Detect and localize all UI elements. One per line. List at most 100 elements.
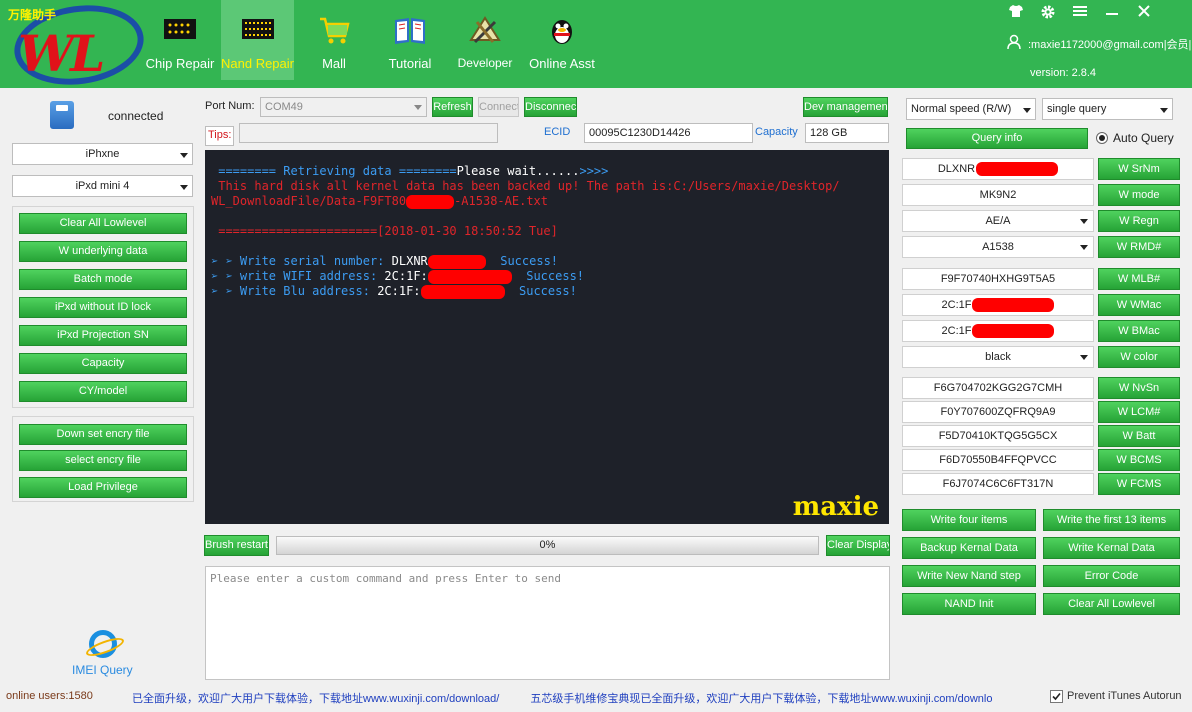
batch-mode-button[interactable]: Batch mode <box>19 269 187 290</box>
shirt-icon[interactable] <box>1008 4 1024 18</box>
port-select[interactable]: COM49 <box>260 97 427 117</box>
write-srnm-button[interactable]: W SrNm <box>1098 158 1180 180</box>
prevent-itunes-label: Prevent iTunes Autorun <box>1067 690 1182 702</box>
download-link[interactable]: www.wuxinji.com/download/ <box>363 693 499 705</box>
redaction-mark <box>427 269 512 284</box>
capacity-field[interactable]: 128 GB <box>805 123 889 143</box>
write-fcms-button[interactable]: W FCMS <box>1098 473 1180 495</box>
auto-query-radio[interactable] <box>1096 132 1108 144</box>
menu-icon[interactable] <box>1072 4 1088 18</box>
refresh-button[interactable]: Refresh <box>432 97 473 117</box>
connect-button[interactable]: Connect <box>478 97 519 117</box>
ecid-field[interactable]: 00095C1230D14426 <box>584 123 753 143</box>
ipxd-without-id-lock-button[interactable]: iPxd without ID lock <box>19 297 187 318</box>
write-rmd--button[interactable]: W RMD# <box>1098 236 1180 258</box>
device-info-field[interactable]: 2C:1F <box>902 320 1094 342</box>
write-nvsn-button[interactable]: W NvSn <box>1098 377 1180 399</box>
model-select[interactable]: iPxd mini 4 <box>12 175 193 197</box>
imei-query-link[interactable]: IMEI Query <box>72 663 133 677</box>
write-wmac-button[interactable]: W WMac <box>1098 294 1180 316</box>
command-input[interactable]: Please enter a custom command and press … <box>205 566 890 680</box>
nav-tutorial[interactable]: Tutorial <box>376 0 444 80</box>
write-four-items-button[interactable]: Write four items <box>902 509 1036 531</box>
cy-model-button[interactable]: CY/model <box>19 381 187 402</box>
prevent-itunes-checkbox[interactable] <box>1050 690 1063 703</box>
error-code-button[interactable]: Error Code <box>1043 565 1180 587</box>
arrow-icon: ➢ ➢ <box>211 284 240 298</box>
internet-explorer-icon[interactable] <box>89 630 117 658</box>
write-bcms-button[interactable]: W BCMS <box>1098 449 1180 471</box>
log-line: ➢ ➢ Write serial number: DLXNR Success! <box>211 254 883 269</box>
version-label: version: 2.8.4 <box>1030 67 1097 79</box>
device-info-field[interactable]: AE/A <box>902 210 1094 232</box>
tips-label: Tips: <box>205 126 235 146</box>
nav-chip-repair[interactable]: Chip Repair <box>144 0 216 80</box>
nand-init-button[interactable]: NAND Init <box>902 593 1036 615</box>
device-info-field[interactable]: black <box>902 346 1094 368</box>
device-info-field[interactable]: F6D70550B4FFQPVCC <box>902 449 1094 471</box>
clear-all-lowlevel-right-button[interactable]: Clear All Lowlevel <box>1043 593 1180 615</box>
capacity-button[interactable]: Capacity <box>19 353 187 374</box>
device-info-field[interactable]: F0Y707600ZQFRQ9A9 <box>902 401 1094 423</box>
gear-icon[interactable] <box>1040 4 1056 19</box>
progress-bar: 0% <box>276 536 819 555</box>
load-privilege-button[interactable]: Load Privilege <box>19 477 187 498</box>
w-underlying-data-button[interactable]: W underlying data <box>19 241 187 262</box>
select-encry-file-button[interactable]: select encry file <box>19 450 187 471</box>
developer-tools-icon <box>467 14 503 50</box>
log-text: Write serial number: <box>239 254 385 268</box>
log-line: ➢ ➢ write WIFI address: 2C:1F: Success! <box>211 269 883 284</box>
usb-device-icon <box>50 101 74 129</box>
nav-developer[interactable]: Developer <box>450 0 520 80</box>
nav-label: Online Asst <box>529 56 595 71</box>
write-lcm--button[interactable]: W LCM# <box>1098 401 1180 423</box>
nav-mall[interactable]: Mall <box>300 0 368 80</box>
write-mlb--button[interactable]: W MLB# <box>1098 268 1180 290</box>
log-line: ➢ ➢ Write Blu address: 2C:1F: Success! <box>211 284 883 299</box>
write-bmac-button[interactable]: W BMac <box>1098 320 1180 342</box>
device-info-field[interactable]: A1538 <box>902 236 1094 258</box>
clear-all-lowlevel-button[interactable]: Clear All Lowlevel <box>19 213 187 234</box>
device-info-field[interactable]: 2C:1F <box>902 294 1094 316</box>
device-info-field[interactable]: MK9N2 <box>902 184 1094 206</box>
brush-restart-button[interactable]: Brush restart <box>204 535 269 556</box>
query-mode-select[interactable]: single query <box>1042 98 1173 120</box>
log-line: WL_DownloadFile/Data-F9FT80 -A1538-AE.txt <box>211 194 883 209</box>
write-color-button[interactable]: W color <box>1098 346 1180 368</box>
nav-nand-repair[interactable]: Nand Repair <box>221 0 294 80</box>
download-link[interactable]: www.wuxinji.com/download/ <box>871 693 992 705</box>
write-batt-button[interactable]: W Batt <box>1098 425 1180 447</box>
redaction-mark <box>420 284 505 299</box>
device-info-field[interactable]: F5D70410KTQG5G5CX <box>902 425 1094 447</box>
log-text: WL_DownloadFile/Data-F9FT80 <box>211 194 407 208</box>
write-new-nand-step-button[interactable]: Write New Nand step <box>902 565 1036 587</box>
encryption-group: Down set encry file select encry file Lo… <box>12 416 194 502</box>
clear-display-button[interactable]: Clear Display <box>826 535 890 556</box>
scrolling-notice: 已全面升级，欢迎广大用户下载体验，下载地址www.wuxinji.com/dow… <box>132 690 992 706</box>
ipxd-projection-sn-button[interactable]: iPxd Projection SN <box>19 325 187 346</box>
device-info-value: F5D70410KTQG5G5CX <box>938 430 1058 442</box>
query-info-button[interactable]: Query info <box>906 128 1088 149</box>
device-info-field[interactable]: F6J7074C6C6FT317N <box>902 473 1094 495</box>
nav-online-asst[interactable]: Online Asst <box>526 0 598 80</box>
redaction-mark <box>972 324 1055 339</box>
down-set-encry-file-button[interactable]: Down set encry file <box>19 424 187 445</box>
write-kernal-data-button[interactable]: Write Kernal Data <box>1043 537 1180 559</box>
device-info-field[interactable]: DLXNR <box>902 158 1094 180</box>
dev-management-button[interactable]: Dev management <box>803 97 888 117</box>
speed-select[interactable]: Normal speed (R/W) <box>906 98 1036 120</box>
device-select[interactable]: iPhxne <box>12 143 193 165</box>
minimize-icon[interactable] <box>1104 4 1120 18</box>
online-users: online users:1580 <box>6 690 93 702</box>
write-mode-button[interactable]: W mode <box>1098 184 1180 206</box>
user-icon <box>1006 34 1022 50</box>
auto-query-label: Auto Query <box>1113 131 1174 145</box>
backup-kernal-data-button[interactable]: Backup Kernal Data <box>902 537 1036 559</box>
disconnect-button[interactable]: Disconnect <box>524 97 577 117</box>
device-info-value: F6D70550B4FFQPVCC <box>939 454 1057 466</box>
write-first-13-items-button[interactable]: Write the first 13 items <box>1043 509 1180 531</box>
device-info-field[interactable]: F9F70740HXHG9T5A5 <box>902 268 1094 290</box>
write-regn-button[interactable]: W Regn <box>1098 210 1180 232</box>
close-icon[interactable] <box>1136 4 1152 18</box>
device-info-field[interactable]: F6G704702KGG2G7CMH <box>902 377 1094 399</box>
